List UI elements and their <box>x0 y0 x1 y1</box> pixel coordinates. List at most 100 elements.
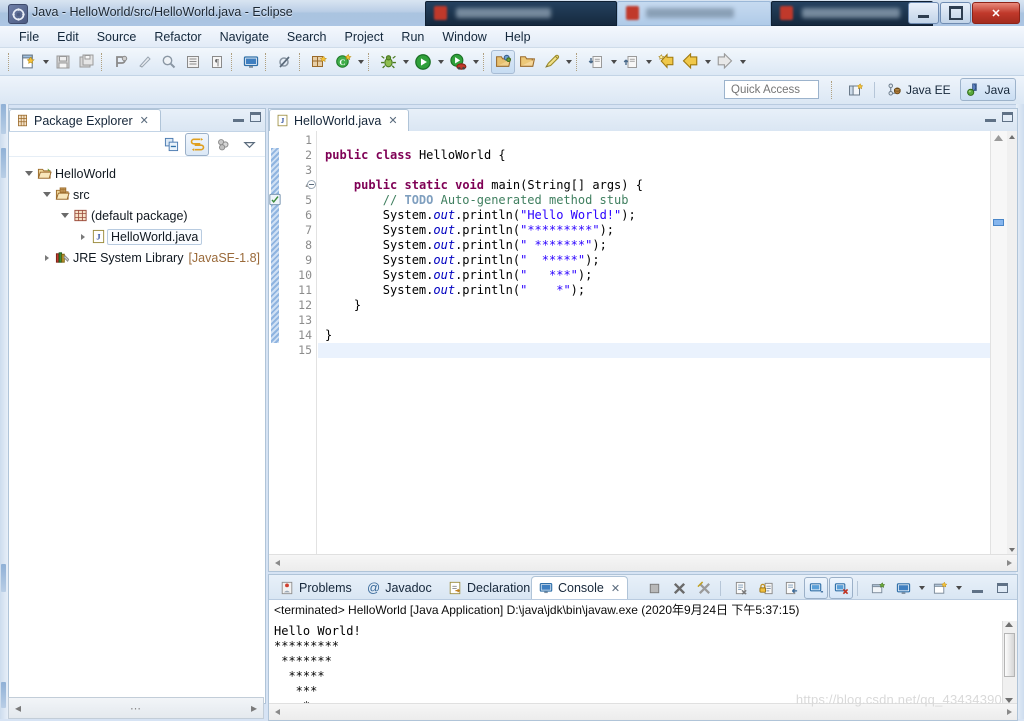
scroll-right-icon[interactable] <box>1001 555 1017 571</box>
run-dropdown-icon[interactable] <box>435 51 446 73</box>
minimize-console-button[interactable] <box>965 577 989 599</box>
editor-vertical-ruler[interactable] <box>269 131 281 555</box>
tree-item-jre-system-library[interactable]: JRE System Library [JavaSE-1.8] <box>9 247 265 268</box>
eclipse-icon[interactable] <box>8 4 28 24</box>
clear-console-icon[interactable] <box>729 577 753 599</box>
maximize-console-button[interactable] <box>990 577 1014 599</box>
search-icon[interactable] <box>157 50 181 74</box>
editor-horizontal-scrollbar[interactable] <box>269 554 1017 571</box>
display-selected-console-icon[interactable] <box>804 577 828 599</box>
perspective-java-ee[interactable]: Java EE <box>881 78 957 101</box>
open-task-icon[interactable] <box>181 50 205 74</box>
menu-edit[interactable]: Edit <box>48 28 88 46</box>
editor-vertical-scrollbar[interactable] <box>1007 131 1017 555</box>
background-window-2[interactable] <box>617 1 771 26</box>
link-with-editor-icon[interactable] <box>185 133 209 156</box>
back-icon[interactable] <box>678 50 702 74</box>
save-all-icon[interactable] <box>75 50 99 74</box>
view-menu-icon[interactable] <box>237 133 261 156</box>
open-console-external-icon[interactable] <box>866 577 890 599</box>
menu-window[interactable]: Window <box>433 28 495 46</box>
open-console-icon[interactable] <box>891 577 915 599</box>
close-icon[interactable]: ✕ <box>611 582 620 595</box>
new-console-view-icon[interactable] <box>928 577 952 599</box>
scroll-left-icon[interactable]: ◂ <box>9 701 27 715</box>
new-package-icon[interactable] <box>307 50 331 74</box>
scroll-left-icon[interactable] <box>269 555 285 571</box>
forward-dropdown-icon[interactable] <box>737 51 748 73</box>
menu-help[interactable]: Help <box>496 28 540 46</box>
scroll-left-icon[interactable] <box>269 704 285 720</box>
chevron-down-icon[interactable] <box>41 184 53 205</box>
back-dropdown-icon[interactable] <box>702 51 713 73</box>
close-button[interactable]: ✕ <box>972 2 1020 24</box>
quick-access-input[interactable] <box>724 80 819 99</box>
scroll-right-icon[interactable] <box>1001 704 1017 720</box>
perspective-java[interactable]: Java <box>959 78 1016 101</box>
open-folder-icon[interactable] <box>515 50 539 74</box>
fold-collapse-icon[interactable] <box>307 180 316 189</box>
scroll-lock-icon[interactable] <box>754 577 778 599</box>
open-perspective-icon[interactable] <box>844 78 868 101</box>
tree-item-helloworld[interactable]: HelloWorld <box>9 163 265 184</box>
close-console-icon[interactable] <box>829 577 853 599</box>
tab-problems[interactable]: Problems <box>273 576 359 599</box>
minimize-button[interactable] <box>908 2 939 24</box>
open-console-icon[interactable] <box>239 50 263 74</box>
minimize-editor-button[interactable] <box>985 113 996 122</box>
debug-icon[interactable] <box>376 50 400 74</box>
run-external-tools-icon[interactable] <box>446 50 470 74</box>
package-explorer-bottom-scrollbar[interactable]: ◂ ⋯ ▸ <box>8 697 264 719</box>
menu-project[interactable]: Project <box>336 28 393 46</box>
pin-console-icon[interactable] <box>779 577 803 599</box>
view-menu-extra-icon[interactable] <box>211 133 235 156</box>
scroll-thumb[interactable]: ⋯ <box>27 702 245 715</box>
annotation-icon[interactable] <box>539 50 563 74</box>
previous-annotation-icon[interactable] <box>619 50 643 74</box>
remove-launch-icon[interactable] <box>667 577 691 599</box>
debug-dropdown-icon[interactable] <box>400 51 411 73</box>
tree-item-default-package[interactable]: (default package) <box>9 205 265 226</box>
tab-declaration[interactable]: Declaration <box>441 576 537 599</box>
paragraph-icon[interactable]: ¶ <box>205 50 229 74</box>
editor-overview-ruler[interactable] <box>990 131 1007 555</box>
maximize-button[interactable] <box>940 2 971 24</box>
terminate-icon[interactable] <box>642 577 666 599</box>
forward-icon[interactable] <box>713 50 737 74</box>
menu-refactor[interactable]: Refactor <box>145 28 210 46</box>
chevron-right-icon[interactable] <box>41 247 53 268</box>
menu-file[interactable]: File <box>10 28 48 46</box>
collapse-all-icon[interactable] <box>159 133 183 156</box>
run-icon[interactable] <box>411 50 435 74</box>
new-wizard-icon[interactable] <box>16 50 40 74</box>
tab-helloworld-java[interactable]: J HelloWorld.java ✕ <box>269 109 409 131</box>
tab-package-explorer[interactable]: Package Explorer ✕ <box>9 109 161 131</box>
close-icon[interactable]: ✕ <box>140 114 149 127</box>
background-window-1[interactable] <box>425 1 617 26</box>
editor-code-area[interactable]: public class HelloWorld { public static … <box>318 131 991 555</box>
menu-search[interactable]: Search <box>278 28 336 46</box>
chevron-down-icon[interactable] <box>23 163 35 184</box>
menu-navigate[interactable]: Navigate <box>211 28 278 46</box>
minimize-view-button[interactable] <box>233 113 244 122</box>
tab-javadoc[interactable]: @ Javadoc <box>360 576 439 599</box>
tree-item-helloworld-java[interactable]: J HelloWorld.java <box>9 226 265 247</box>
chevron-right-icon[interactable] <box>77 226 89 247</box>
new-java-class-icon[interactable] <box>491 49 515 74</box>
close-icon[interactable]: ✕ <box>388 114 397 127</box>
toggle-breakpoint-icon[interactable] <box>109 50 133 74</box>
scroll-up-icon[interactable] <box>1007 131 1017 142</box>
maximize-editor-button[interactable] <box>1002 112 1013 122</box>
next-annotation-icon[interactable] <box>584 50 608 74</box>
new-wizard-dropdown-icon[interactable] <box>40 51 51 73</box>
save-icon[interactable] <box>51 50 75 74</box>
skip-breakpoints-icon[interactable] <box>273 50 297 74</box>
run-external-tools-dropdown-icon[interactable] <box>470 51 481 73</box>
new-java-project-dropdown-icon[interactable] <box>355 51 366 73</box>
new-java-project-icon[interactable]: C <box>331 50 355 74</box>
remove-all-terminated-icon[interactable] <box>692 577 716 599</box>
tree-item-src[interactable]: src <box>9 184 265 205</box>
maximize-view-button[interactable] <box>250 112 261 122</box>
new-console-dropdown-icon[interactable] <box>953 577 964 599</box>
menu-run[interactable]: Run <box>392 28 433 46</box>
